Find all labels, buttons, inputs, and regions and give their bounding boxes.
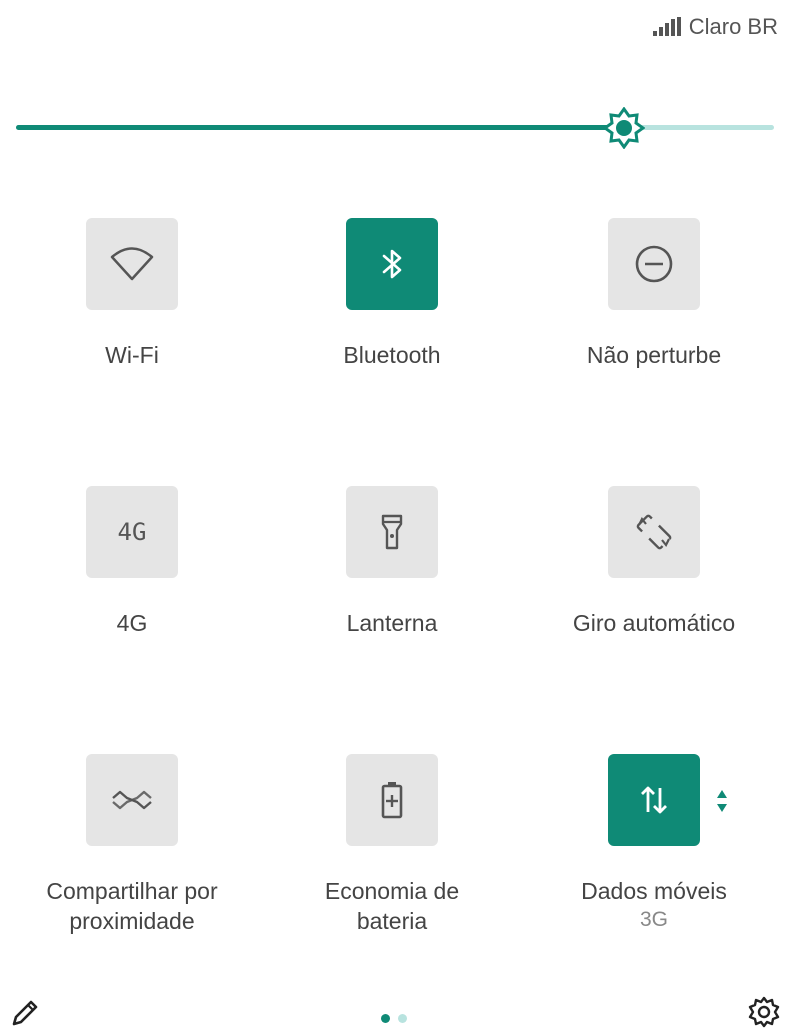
mobile-data-button[interactable] <box>608 754 727 846</box>
carrier-name: Claro BR <box>688 14 778 39</box>
tile-label: Dados móveis <box>581 878 727 904</box>
do-not-disturb-icon <box>635 245 673 283</box>
wifi-button[interactable] <box>86 218 178 310</box>
page-dot-active <box>381 1014 390 1023</box>
battery-saver-icon <box>381 782 403 819</box>
tile-label-line1: Compartilhar por <box>46 878 218 904</box>
tile-mobile-data[interactable]: Dados móveis 3G <box>524 754 784 932</box>
tile-label: Não perturbe <box>586 342 722 368</box>
do-not-disturb-button[interactable] <box>608 218 700 310</box>
tile-auto-rotate[interactable]: Giro automático <box>524 486 784 638</box>
tile-label-multiline: Economia de bateria <box>262 876 522 936</box>
tile-label-line1: Economia de <box>324 878 460 904</box>
bluetooth-button[interactable] <box>346 218 438 310</box>
pencil-icon[interactable] <box>10 998 40 1033</box>
auto-rotate-icon <box>636 514 672 550</box>
page-indicator <box>381 1014 407 1023</box>
tile-label-multiline: Compartilhar por proximidade <box>2 876 262 936</box>
tile-nearby-share[interactable]: Compartilhar por proximidade <box>2 754 262 936</box>
mobile-data-icon <box>641 786 667 814</box>
tile-label: Bluetooth <box>343 342 441 368</box>
gear-icon[interactable] <box>748 996 780 1033</box>
brightness-slider[interactable] <box>16 106 774 150</box>
nearby-share-button[interactable] <box>86 754 178 846</box>
expand-icon[interactable] <box>716 788 728 819</box>
tile-do-not-disturb[interactable]: Não perturbe <box>524 218 784 370</box>
battery-saver-button[interactable] <box>346 754 438 846</box>
tile-flashlight[interactable]: Lanterna <box>262 486 522 638</box>
tile-wifi[interactable]: Wi-Fi <box>2 218 262 370</box>
nearby-share-icon <box>112 790 152 810</box>
tile-bluetooth[interactable]: Bluetooth <box>262 218 522 370</box>
tile-sublabel: 3G <box>639 908 668 931</box>
page-dot <box>398 1014 407 1023</box>
tile-label-line2: bateria <box>356 908 428 934</box>
footer-bar <box>0 995 788 1035</box>
signal-icon <box>652 17 683 37</box>
tile-label: Lanterna <box>346 610 438 636</box>
tile-battery-saver[interactable]: Economia de bateria <box>262 754 522 936</box>
status-bar: Claro BR <box>652 14 778 40</box>
brightness-icon <box>602 106 646 150</box>
auto-rotate-button[interactable] <box>608 486 700 578</box>
4g-icon: 4G <box>117 518 147 546</box>
tile-label: Wi-Fi <box>105 342 159 368</box>
wifi-icon <box>110 247 154 281</box>
brightness-track-fill <box>16 125 624 130</box>
4g-button[interactable]: 4G <box>86 486 178 578</box>
tile-label: Giro automático <box>572 610 736 636</box>
brightness-thumb[interactable] <box>602 106 646 150</box>
flashlight-button[interactable] <box>346 486 438 578</box>
flashlight-icon <box>381 514 403 550</box>
bluetooth-icon <box>382 249 402 279</box>
tile-4g[interactable]: 4G 4G <box>2 486 262 638</box>
tile-label-line2: proximidade <box>69 908 195 934</box>
tile-label: 4G <box>116 610 148 636</box>
